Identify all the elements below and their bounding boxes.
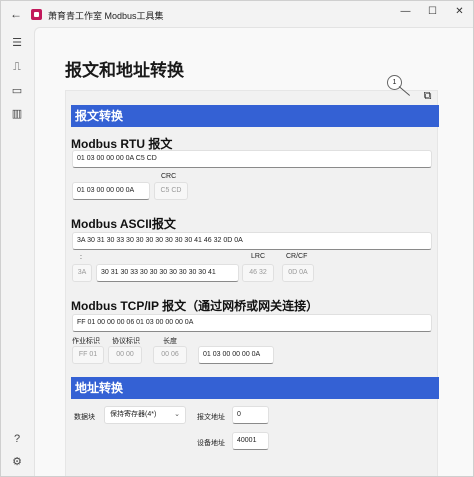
msg-addr-label: 报文地址 bbox=[197, 414, 225, 421]
data-block-select[interactable]: 保持寄存器(4*) ⌄ bbox=[104, 406, 186, 424]
tcp-proto-label: 协议标识 bbox=[112, 338, 140, 345]
tcp-len-label: 长度 bbox=[163, 338, 177, 345]
ascii-title: Modbus ASCII报文 bbox=[71, 217, 176, 231]
chevron-down-icon: ⌄ bbox=[174, 411, 180, 418]
tcp-trans-label: 作业标识 bbox=[72, 338, 100, 345]
settings-icon[interactable]: ⚙ bbox=[9, 454, 25, 470]
title-bar: ← 萧育青工作室 Modbus工具集 — ☐ ✕ bbox=[1, 1, 473, 27]
help-icon[interactable]: ? bbox=[9, 431, 25, 447]
tcp-trans-field: FF 01 bbox=[72, 346, 104, 364]
tcp-full-input[interactable]: FF 01 00 00 00 06 01 03 00 00 00 0A bbox=[72, 314, 432, 332]
chart-icon[interactable]: ▥ bbox=[9, 106, 25, 122]
rtu-full-input[interactable]: 01 03 00 00 00 0A C5 CD bbox=[72, 150, 432, 168]
card-icon[interactable]: ▭ bbox=[9, 83, 25, 99]
app-logo-icon bbox=[31, 9, 42, 20]
ascii-colon-label: : bbox=[80, 254, 82, 261]
maximize-icon[interactable]: ☐ bbox=[419, 1, 446, 23]
ascii-lrc-field: 46 32 bbox=[242, 264, 274, 282]
tcp-title: Modbus TCP/IP 报文（通过网桥或网关连接） bbox=[71, 299, 319, 313]
main-content: 报文和地址转换 1 ⧉ 报文转换 Modbus RTU 报文 01 03 00 … bbox=[34, 27, 473, 476]
open-external-icon[interactable]: ⧉ bbox=[421, 90, 434, 103]
tcp-pdu-input[interactable]: 01 03 00 00 00 0A bbox=[198, 346, 274, 364]
data-block-value: 保持寄存器(4*) bbox=[110, 411, 157, 418]
window-title: 萧育青工作室 Modbus工具集 bbox=[48, 11, 164, 21]
rtu-data-input[interactable]: 01 03 00 00 00 0A bbox=[72, 182, 150, 200]
data-block-label: 数据块 bbox=[74, 414, 95, 421]
section-message-conversion: 报文转换 bbox=[71, 105, 439, 127]
ascii-crcf-field: 0D 0A bbox=[282, 264, 314, 282]
ascii-colon-field: 3A bbox=[72, 264, 92, 282]
dev-addr-input[interactable]: 40001 bbox=[232, 432, 269, 450]
ascii-data-input[interactable]: 30 31 30 33 30 30 30 30 30 30 30 41 bbox=[96, 264, 239, 282]
ascii-crcf-label: CR/CF bbox=[286, 253, 308, 260]
ascii-full-input[interactable]: 3A 30 31 30 33 30 30 30 30 30 30 30 41 4… bbox=[72, 232, 432, 250]
rtu-crc-label: CRC bbox=[161, 173, 177, 180]
ascii-lrc-label: LRC bbox=[251, 253, 266, 260]
app-window: ← 萧育青工作室 Modbus工具集 — ☐ ✕ ☰ ⎍ ▭ ▥ ? ⚙ 报文和… bbox=[0, 0, 474, 477]
sidebar: ☰ ⎍ ▭ ▥ ? ⚙ bbox=[1, 27, 33, 476]
usb-icon[interactable]: ⎍ bbox=[9, 59, 25, 75]
menu-icon[interactable]: ☰ bbox=[9, 35, 25, 51]
window-controls: — ☐ ✕ bbox=[392, 1, 473, 23]
section-address-conversion: 地址转换 bbox=[71, 377, 439, 399]
rtu-crc-field: C5 CD bbox=[154, 182, 188, 200]
back-arrow-icon[interactable]: ← bbox=[9, 7, 23, 21]
tcp-len-field: 00 06 bbox=[153, 346, 187, 364]
tcp-proto-field: 00 00 bbox=[108, 346, 142, 364]
page-title: 报文和地址转换 bbox=[65, 61, 184, 80]
minimize-icon[interactable]: — bbox=[392, 1, 419, 23]
msg-addr-input[interactable]: 0 bbox=[232, 406, 269, 424]
dev-addr-label: 设备地址 bbox=[197, 440, 225, 447]
close-icon[interactable]: ✕ bbox=[446, 1, 473, 23]
